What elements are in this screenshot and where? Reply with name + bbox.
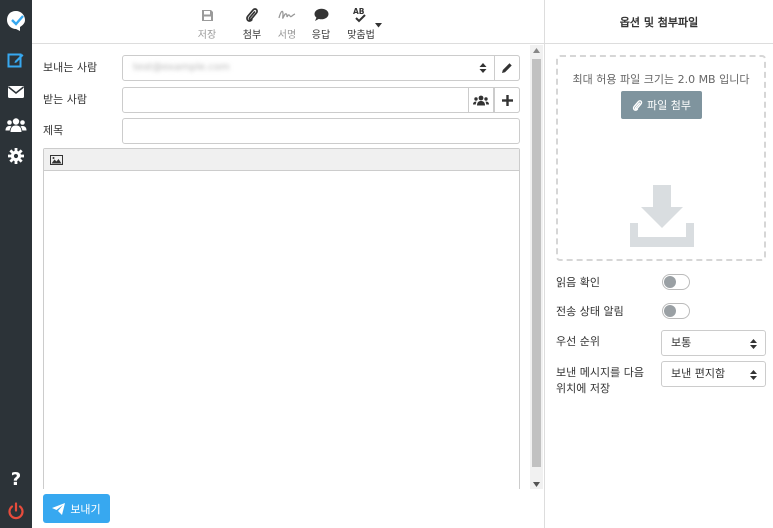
edit-identity-button[interactable] bbox=[494, 55, 520, 81]
spellcheck-icon: AB bbox=[352, 6, 370, 24]
mail-icon[interactable] bbox=[0, 77, 32, 107]
contacts-icon[interactable] bbox=[0, 110, 32, 140]
scroll-up-arrow-icon[interactable] bbox=[533, 48, 540, 53]
help-icon[interactable]: ? bbox=[0, 464, 32, 494]
send-bar: 보내기 bbox=[32, 489, 543, 528]
spellcheck-dropdown-caret-icon[interactable] bbox=[375, 18, 382, 31]
save-button[interactable]: 저장 bbox=[187, 6, 227, 41]
paperclip-icon bbox=[632, 99, 643, 111]
read-receipt-toggle[interactable] bbox=[662, 274, 690, 290]
svg-text:AB: AB bbox=[353, 7, 365, 16]
paperclip-icon bbox=[245, 6, 259, 24]
save-sent-label-line1: 보낸 메시지를 다음 bbox=[556, 366, 644, 379]
spellcheck-label: 맞춤법 bbox=[347, 30, 375, 41]
logout-power-icon[interactable] bbox=[0, 496, 32, 526]
responses-label: 응답 bbox=[311, 30, 331, 41]
address-book-icon bbox=[473, 95, 489, 105]
to-label: 받는 사람 bbox=[43, 93, 87, 106]
select-arrows-icon bbox=[479, 63, 487, 73]
download-drop-icon bbox=[630, 185, 694, 247]
subject-label: 제목 bbox=[43, 124, 64, 137]
options-panel: 옵션 및 첨부파일 최대 허용 파일 크기는 2.0 MB 입니다 파일 첨부 … bbox=[544, 0, 773, 528]
compose-scrollbar[interactable] bbox=[530, 45, 543, 490]
attach-file-button[interactable]: 파일 첨부 bbox=[621, 91, 702, 119]
paper-plane-icon bbox=[52, 502, 66, 515]
scroll-down-arrow-icon[interactable] bbox=[533, 482, 540, 487]
compose-toolbar: 저장 첨부 서명 응답 AB 맞춤법 bbox=[32, 0, 544, 44]
send-button[interactable]: 보내기 bbox=[43, 494, 110, 523]
signature-label: 서명 bbox=[277, 30, 297, 41]
select-arrows-icon bbox=[750, 370, 757, 380]
insert-image-icon[interactable] bbox=[50, 154, 63, 165]
attach-file-label: 파일 첨부 bbox=[647, 99, 691, 112]
address-book-button[interactable] bbox=[468, 87, 494, 113]
save-sent-folder-value: 보낸 편지함 bbox=[671, 367, 726, 380]
floppy-disk-icon bbox=[201, 6, 214, 24]
priority-value: 보통 bbox=[671, 336, 692, 349]
priority-select[interactable]: 보통 bbox=[661, 330, 766, 356]
save-label: 저장 bbox=[197, 30, 217, 41]
compose-icon[interactable] bbox=[0, 45, 32, 75]
left-navigation-rail: ? bbox=[0, 0, 32, 528]
send-label: 보내기 bbox=[70, 502, 101, 516]
priority-label: 우선 순위 bbox=[556, 335, 600, 348]
delivery-status-label: 전송 상태 알림 bbox=[556, 305, 624, 318]
max-size-text: 최대 허용 파일 크기는 2.0 MB 입니다 bbox=[572, 73, 750, 86]
save-sent-folder-select[interactable]: 보낸 편지함 bbox=[661, 361, 766, 387]
compose-form: 보내는 사람 test@example.com 받는 사람 제목 bbox=[32, 45, 530, 493]
editor-toolbar bbox=[44, 149, 519, 171]
delivery-status-toggle[interactable] bbox=[662, 303, 690, 319]
subject-input[interactable] bbox=[122, 118, 520, 144]
panel-title: 옵션 및 첨부파일 bbox=[545, 0, 773, 44]
scrollbar-thumb[interactable] bbox=[532, 59, 541, 467]
add-recipient-button[interactable] bbox=[494, 87, 520, 113]
responses-button[interactable]: 응답 bbox=[301, 6, 341, 41]
select-arrows-icon bbox=[750, 339, 757, 349]
read-receipt-label: 읽음 확인 bbox=[556, 276, 600, 289]
signature-icon bbox=[278, 6, 296, 24]
message-body-editor[interactable] bbox=[43, 148, 520, 493]
from-select[interactable]: test@example.com bbox=[122, 55, 520, 81]
from-value: test@example.com bbox=[133, 62, 230, 73]
app-logo-icon[interactable] bbox=[0, 6, 32, 36]
attachment-dropzone[interactable]: 최대 허용 파일 크기는 2.0 MB 입니다 파일 첨부 bbox=[556, 55, 766, 261]
comment-bubble-icon bbox=[314, 6, 329, 24]
plus-icon bbox=[501, 94, 513, 106]
pencil-icon bbox=[502, 63, 512, 73]
attach-label: 첨부 bbox=[242, 30, 262, 41]
save-sent-label-line2: 위치에 저장 bbox=[556, 382, 611, 395]
settings-gear-icon[interactable] bbox=[0, 141, 32, 171]
attach-button[interactable]: 첨부 bbox=[232, 6, 272, 41]
to-input[interactable] bbox=[122, 87, 520, 113]
from-label: 보내는 사람 bbox=[43, 61, 98, 74]
